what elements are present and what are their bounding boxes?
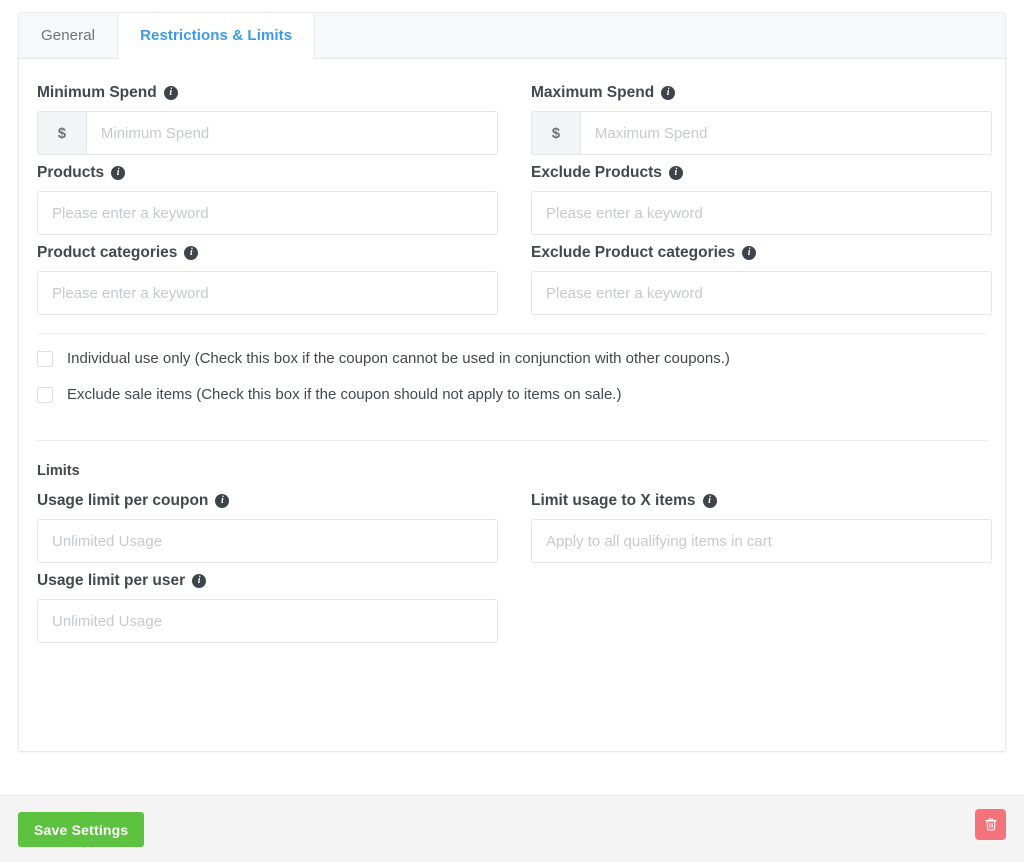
settings-form: Minimum Spend i $ Maximum Spend i $ xyxy=(19,59,1005,643)
info-icon[interactable]: i xyxy=(661,86,676,100)
coupon-settings-page: General Restrictions & Limits Minimum Sp… xyxy=(0,0,1024,862)
tab-restrictions-and-limits-label: Restrictions & Limits xyxy=(140,27,293,44)
products-input[interactable] xyxy=(37,191,498,235)
info-icon[interactable]: i xyxy=(192,574,207,588)
products-label: Products xyxy=(37,164,105,181)
footer-bar: Save Settings xyxy=(0,795,1024,862)
tab-general-label: General xyxy=(41,27,96,44)
product-categories-field: Product categories i xyxy=(37,235,498,315)
maximum-spend-input[interactable] xyxy=(579,111,992,155)
limits-row-2: Usage limit per user i xyxy=(37,563,987,643)
minimum-spend-label-wrap: Minimum Spend i xyxy=(37,83,498,103)
currency-prefix-icon: $ xyxy=(37,111,86,155)
trash-icon xyxy=(984,817,998,832)
limits-row-2-spacer xyxy=(531,563,992,643)
currency-prefix-icon: $ xyxy=(531,111,580,155)
usage-limit-per-user-input[interactable] xyxy=(37,599,498,643)
usage-limit-per-coupon-input[interactable] xyxy=(37,519,498,563)
limit-usage-to-x-items-input[interactable] xyxy=(531,519,992,563)
exclude-products-input[interactable] xyxy=(531,191,992,235)
maximum-spend-label: Maximum Spend xyxy=(531,84,655,101)
maximum-spend-field: Maximum Spend i $ xyxy=(531,75,992,155)
product-categories-input[interactable] xyxy=(37,271,498,315)
info-icon[interactable]: i xyxy=(702,494,717,508)
usage-limit-per-user-field: Usage limit per user i xyxy=(37,563,498,643)
products-label-wrap: Products i xyxy=(37,163,498,183)
exclude-product-categories-label-wrap: Exclude Product categories i xyxy=(531,243,992,263)
exclude-product-categories-field: Exclude Product categories i xyxy=(531,235,992,315)
maximum-spend-label-wrap: Maximum Spend i xyxy=(531,83,992,103)
usage-limit-per-coupon-label-wrap: Usage limit per coupon i xyxy=(37,491,498,511)
individual-use-only-checkbox[interactable] xyxy=(37,351,53,367)
product-categories-label-wrap: Product categories i xyxy=(37,243,498,263)
usage-limit-per-coupon-field: Usage limit per coupon i xyxy=(37,483,498,563)
exclude-products-field: Exclude Products i xyxy=(531,155,992,235)
exclude-product-categories-input[interactable] xyxy=(531,271,992,315)
info-icon[interactable]: i xyxy=(184,246,199,260)
minimum-spend-field: Minimum Spend i $ xyxy=(37,75,498,155)
info-icon[interactable]: i xyxy=(111,166,126,180)
checkbox-row-exclude-sale-items[interactable]: Exclude sale items (Check this box if th… xyxy=(37,386,987,404)
divider xyxy=(37,440,987,441)
minimum-spend-input-group: $ xyxy=(37,111,498,155)
checkbox-group: Individual use only (Check this box if t… xyxy=(37,334,987,422)
minimum-spend-input[interactable] xyxy=(85,111,498,155)
usage-limit-per-user-label: Usage limit per user xyxy=(37,572,186,589)
maximum-spend-input-group: $ xyxy=(531,111,992,155)
exclude-sale-items-label[interactable]: Exclude sale items (Check this box if th… xyxy=(67,386,621,404)
limit-usage-to-x-items-label: Limit usage to X items xyxy=(531,492,696,509)
usage-limit-per-coupon-label: Usage limit per coupon xyxy=(37,492,209,509)
info-icon[interactable]: i xyxy=(215,494,230,508)
usage-limit-per-user-label-wrap: Usage limit per user i xyxy=(37,571,498,591)
limits-row-1: Usage limit per coupon i Limit usage to … xyxy=(37,483,992,563)
product-categories-row: Product categories i Exclude Product cat… xyxy=(37,235,992,315)
tab-bar: General Restrictions & Limits xyxy=(19,13,1005,59)
info-icon[interactable]: i xyxy=(668,166,683,180)
limits-section-title: Limits xyxy=(37,463,80,479)
exclude-sale-items-checkbox[interactable] xyxy=(37,387,53,403)
products-field: Products i xyxy=(37,155,498,235)
individual-use-only-label[interactable]: Individual use only (Check this box if t… xyxy=(67,350,730,368)
save-settings-button[interactable]: Save Settings xyxy=(18,812,145,847)
exclude-products-label-wrap: Exclude Products i xyxy=(531,163,992,183)
limit-usage-to-x-items-label-wrap: Limit usage to X items i xyxy=(531,491,992,511)
exclude-product-categories-label: Exclude Product categories xyxy=(531,244,736,261)
spend-row: Minimum Spend i $ Maximum Spend i $ xyxy=(37,75,992,155)
delete-button[interactable] xyxy=(975,809,1006,840)
checkbox-row-individual-use-only[interactable]: Individual use only (Check this box if t… xyxy=(37,350,987,368)
info-icon[interactable]: i xyxy=(742,246,757,260)
minimum-spend-label: Minimum Spend xyxy=(37,84,157,101)
tab-restrictions-and-limits[interactable]: Restrictions & Limits xyxy=(118,13,316,59)
info-icon[interactable]: i xyxy=(163,86,178,100)
exclude-products-label: Exclude Products xyxy=(531,164,662,181)
settings-card: General Restrictions & Limits Minimum Sp… xyxy=(18,12,1006,752)
products-row: Products i Exclude Products i xyxy=(37,155,992,235)
product-categories-label: Product categories xyxy=(37,244,178,261)
tab-general[interactable]: General xyxy=(19,13,119,58)
limit-usage-to-x-items-field: Limit usage to X items i xyxy=(531,483,992,563)
